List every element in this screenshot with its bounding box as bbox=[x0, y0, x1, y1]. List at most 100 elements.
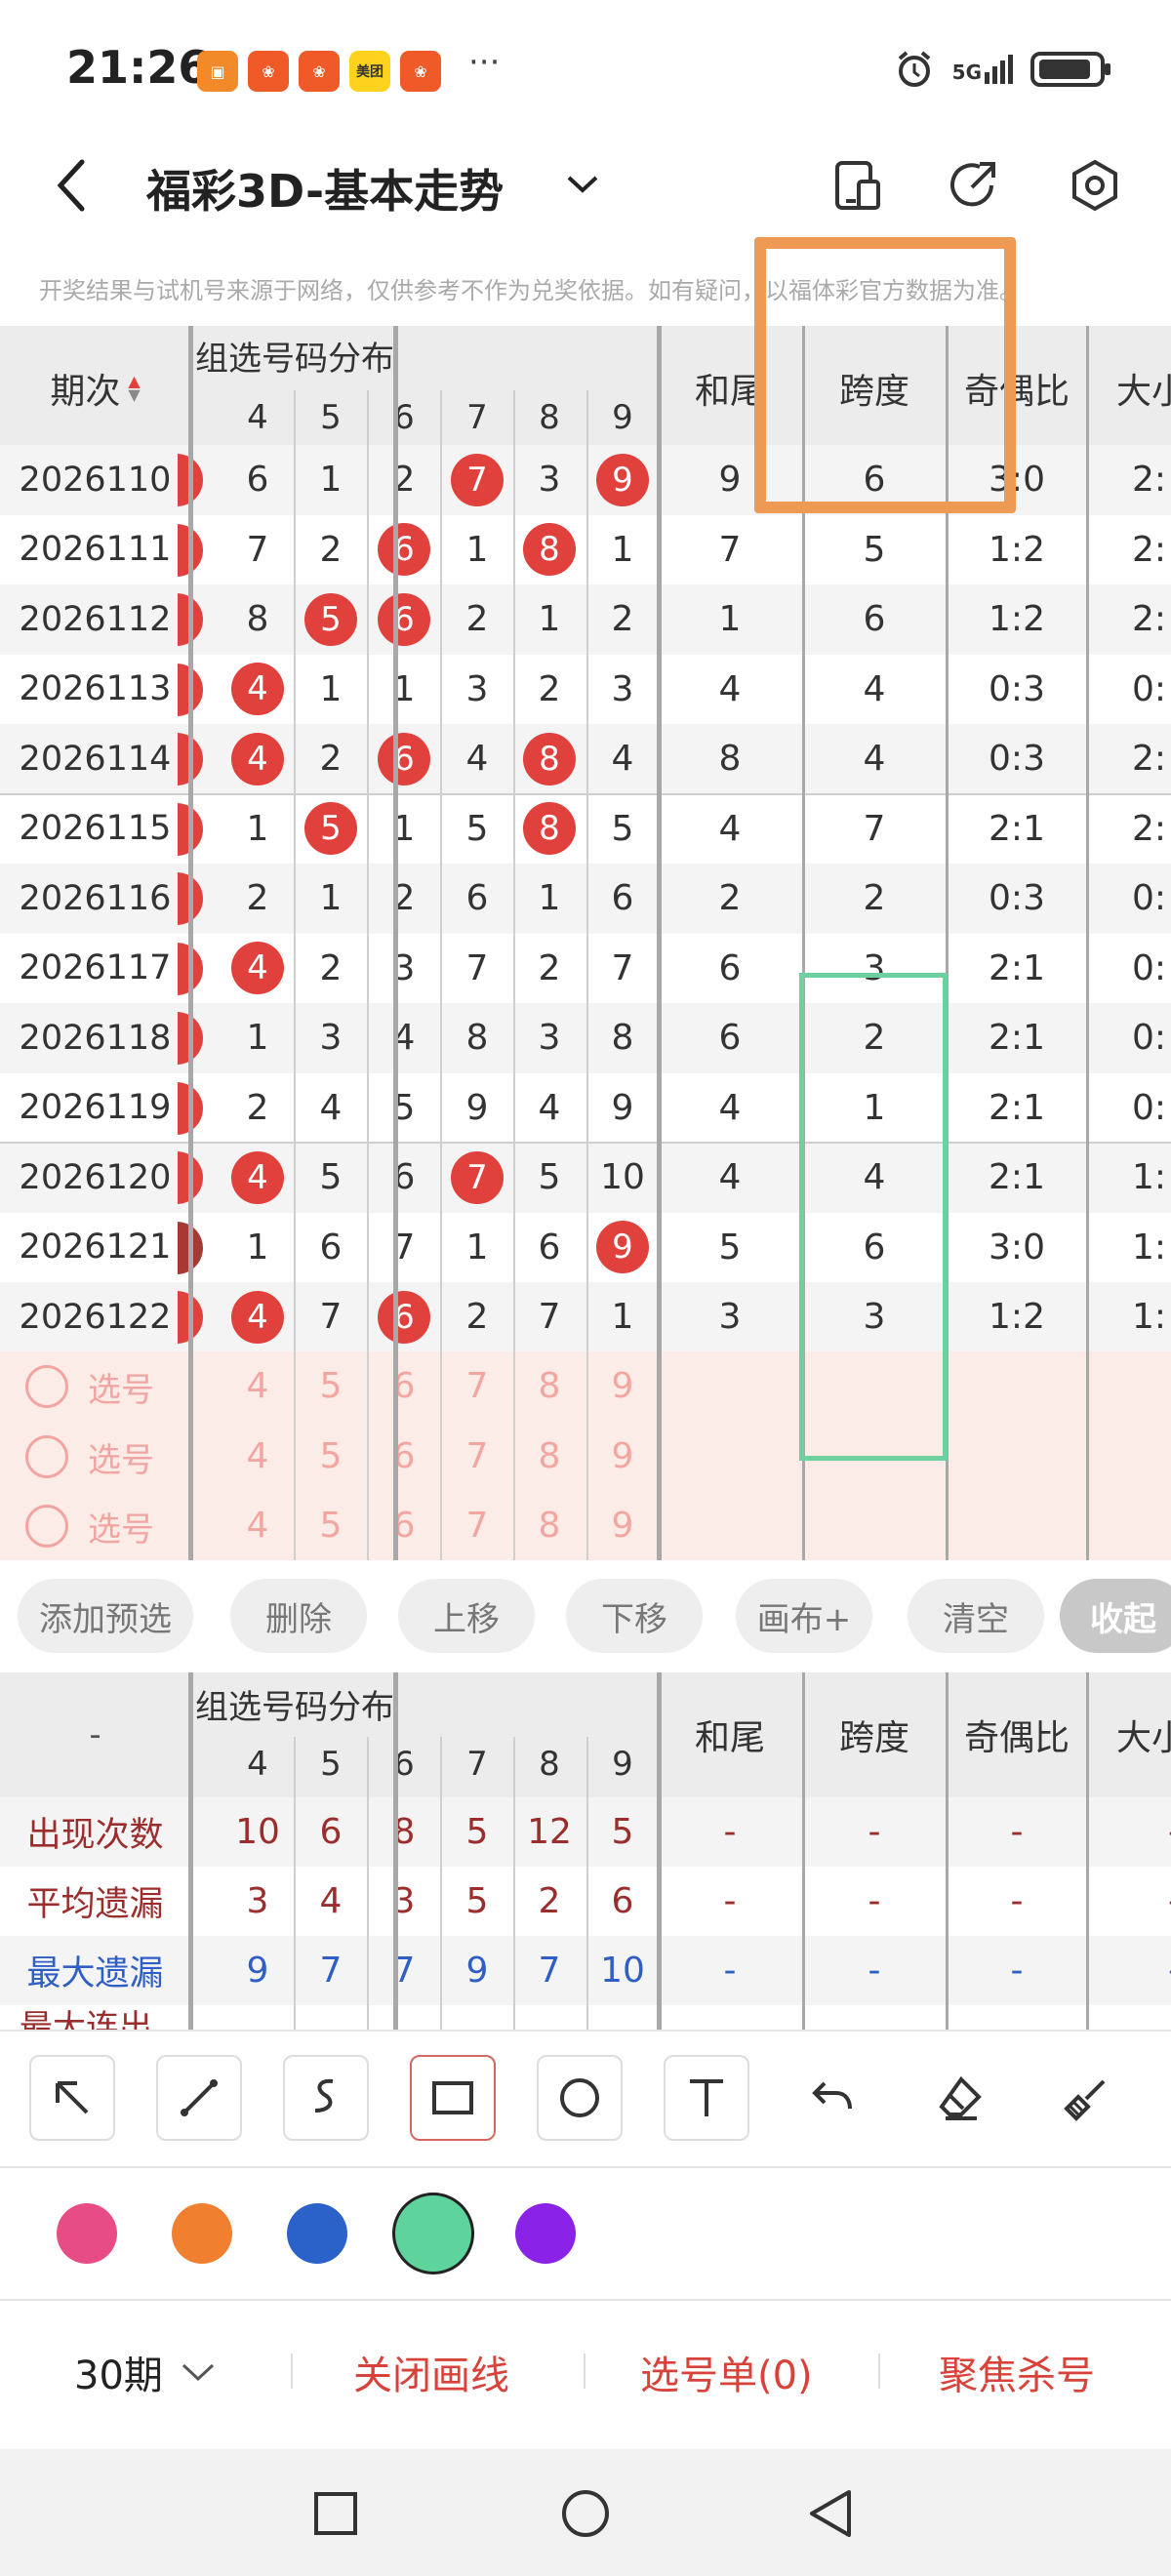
digit-cell[interactable]: 6 bbox=[368, 1282, 440, 1352]
digit-cell[interactable]: 1 bbox=[368, 655, 440, 725]
recents-icon[interactable] bbox=[312, 2490, 359, 2537]
pick-digit[interactable]: 5 bbox=[295, 1351, 367, 1422]
digit-cell[interactable]: 6 bbox=[441, 864, 513, 934]
digit-cell[interactable]: 6 bbox=[368, 515, 440, 585]
digit-cell[interactable]: 1 bbox=[586, 515, 659, 585]
digit-cell[interactable]: 9 bbox=[586, 1213, 659, 1283]
pick-digit[interactable]: 9 bbox=[586, 1422, 659, 1492]
digit-cell[interactable]: 1 bbox=[368, 794, 440, 865]
pick-digit[interactable]: 5 bbox=[295, 1491, 367, 1561]
digit-cell[interactable]: 8 bbox=[441, 1003, 513, 1073]
brush-icon[interactable] bbox=[1044, 2055, 1130, 2141]
text-icon[interactable] bbox=[664, 2055, 749, 2141]
pick-digit[interactable]: 5 bbox=[295, 1422, 367, 1492]
arrow-icon[interactable] bbox=[29, 2055, 115, 2141]
pick-digit[interactable]: 7 bbox=[441, 1491, 513, 1561]
digit-cell[interactable]: 5 bbox=[295, 1143, 367, 1213]
toolbar-button-4[interactable]: 画布+ bbox=[736, 1579, 872, 1653]
close-lines-button[interactable]: 关闭画线 bbox=[353, 2344, 509, 2400]
digit-cell[interactable]: 4 bbox=[222, 1282, 294, 1352]
toolbar-button-0[interactable]: 添加预选 bbox=[18, 1579, 193, 1653]
color-swatch[interactable] bbox=[172, 2203, 232, 2264]
pick-digit[interactable]: 6 bbox=[368, 1351, 440, 1422]
digit-cell[interactable]: 7 bbox=[441, 1143, 513, 1213]
table-row[interactable]: 2026115 1 5 1 5 8 5 4 7 2:1 2: bbox=[0, 793, 1171, 865]
digit-cell[interactable]: 1 bbox=[295, 445, 367, 515]
pick-digit[interactable]: 9 bbox=[586, 1351, 659, 1422]
digit-cell[interactable]: 4 bbox=[222, 655, 294, 725]
digit-cell[interactable]: 7 bbox=[368, 1213, 440, 1283]
pick-row[interactable]: 选号 4 5 6 7 8 9 bbox=[0, 1422, 1171, 1492]
back-nav-icon[interactable] bbox=[806, 2488, 855, 2539]
digit-cell[interactable]: 6 bbox=[368, 724, 440, 794]
table-row[interactable]: 2026119 2 4 5 9 4 9 4 1 2:1 0: bbox=[0, 1072, 1171, 1144]
focus-kill-button[interactable]: 聚焦杀号 bbox=[939, 2344, 1095, 2400]
digit-cell[interactable]: 8 bbox=[586, 1003, 659, 1073]
digit-cell[interactable]: 4 bbox=[441, 724, 513, 794]
pick-row[interactable]: 选号 4 5 6 7 8 9 bbox=[0, 1351, 1171, 1422]
digit-cell[interactable]: 1 bbox=[586, 1282, 659, 1352]
digit-cell[interactable]: 2 bbox=[295, 724, 367, 794]
digit-cell[interactable]: 2 bbox=[295, 934, 367, 1004]
digit-cell[interactable]: 4 bbox=[222, 724, 294, 794]
pick-digit[interactable]: 7 bbox=[441, 1422, 513, 1492]
digit-cell[interactable]: 7 bbox=[513, 1282, 586, 1352]
digit-cell[interactable]: 2 bbox=[586, 584, 659, 655]
digit-cell[interactable]: 6 bbox=[368, 1143, 440, 1213]
pick-digit[interactable]: 9 bbox=[586, 1491, 659, 1561]
digit-cell[interactable]: 8 bbox=[513, 515, 586, 585]
pick-digit[interactable]: 4 bbox=[222, 1422, 294, 1492]
digit-cell[interactable]: 1 bbox=[441, 515, 513, 585]
table-row[interactable]: 2026114 4 2 6 4 8 4 8 4 0:3 2: bbox=[0, 724, 1171, 794]
digit-cell[interactable]: 2 bbox=[441, 1282, 513, 1352]
digit-cell[interactable]: 2 bbox=[295, 515, 367, 585]
digit-cell[interactable]: 9 bbox=[586, 445, 659, 515]
digit-cell[interactable]: 4 bbox=[295, 1073, 367, 1144]
digit-cell[interactable]: 9 bbox=[441, 1073, 513, 1144]
digit-cell[interactable]: 3 bbox=[513, 1003, 586, 1073]
pick-digit[interactable]: 6 bbox=[368, 1422, 440, 1492]
pick-row[interactable]: 选号 4 5 6 7 8 9 bbox=[0, 1491, 1171, 1561]
digit-cell[interactable]: 7 bbox=[441, 934, 513, 1004]
home-icon[interactable] bbox=[560, 2488, 611, 2539]
digit-cell[interactable]: 5 bbox=[295, 584, 367, 655]
digit-cell[interactable]: 7 bbox=[222, 515, 294, 585]
digit-cell[interactable]: 7 bbox=[295, 1282, 367, 1352]
digit-cell[interactable]: 4 bbox=[586, 724, 659, 794]
eraser-icon[interactable] bbox=[917, 2055, 1003, 2141]
digit-cell[interactable]: 1 bbox=[513, 584, 586, 655]
back-icon[interactable] bbox=[55, 158, 88, 213]
table-row[interactable]: 2026111 7 2 6 1 8 1 7 5 1:2 2: bbox=[0, 514, 1171, 585]
digit-cell[interactable]: 7 bbox=[441, 445, 513, 515]
table-row[interactable]: 2026116 2 1 2 6 1 6 2 2 0:3 0: bbox=[0, 864, 1171, 934]
digit-cell[interactable]: 6 bbox=[295, 1213, 367, 1283]
toolbar-button-2[interactable]: 上移 bbox=[398, 1579, 535, 1653]
toolbar-button-5[interactable]: 清空 bbox=[908, 1579, 1044, 1653]
table-row[interactable]: 2026120 4 5 6 7 5 10 4 4 2:1 1: bbox=[0, 1143, 1171, 1213]
color-swatch[interactable] bbox=[287, 2203, 347, 2264]
pick-digit[interactable]: 8 bbox=[513, 1351, 586, 1422]
table-row[interactable]: 2026113 4 1 1 3 2 3 4 4 0:3 0: bbox=[0, 654, 1171, 725]
issue-header[interactable]: 期次 ▲ ▼ bbox=[0, 326, 190, 451]
digit-cell[interactable]: 1 bbox=[222, 1003, 294, 1073]
digit-cell[interactable]: 5 bbox=[441, 794, 513, 865]
curve-icon[interactable] bbox=[283, 2055, 369, 2141]
pick-list-button[interactable]: 选号单(0) bbox=[640, 2344, 813, 2400]
pick-digit[interactable]: 6 bbox=[368, 1491, 440, 1561]
digit-cell[interactable]: 2 bbox=[513, 934, 586, 1004]
pick-digit[interactable]: 8 bbox=[513, 1422, 586, 1492]
pick-digit[interactable]: 4 bbox=[222, 1491, 294, 1561]
table-row[interactable]: 2026117 4 2 3 7 2 7 6 3 2:1 0: bbox=[0, 933, 1171, 1004]
line-icon[interactable] bbox=[156, 2055, 242, 2141]
digit-cell[interactable]: 8 bbox=[513, 724, 586, 794]
digit-cell[interactable]: 6 bbox=[586, 864, 659, 934]
digit-cell[interactable]: 4 bbox=[222, 1143, 294, 1213]
pick-digit[interactable]: 7 bbox=[441, 1351, 513, 1422]
digit-cell[interactable]: 10 bbox=[586, 1143, 659, 1213]
pick-digit[interactable]: 4 bbox=[222, 1351, 294, 1422]
pick-radio[interactable] bbox=[25, 1434, 68, 1478]
table-row[interactable]: 2026118 1 3 4 8 3 8 6 2 2:1 0: bbox=[0, 1003, 1171, 1073]
color-swatch[interactable] bbox=[57, 2203, 117, 2264]
digit-cell[interactable]: 4 bbox=[368, 1003, 440, 1073]
green-annotation-rect[interactable] bbox=[799, 973, 948, 1461]
